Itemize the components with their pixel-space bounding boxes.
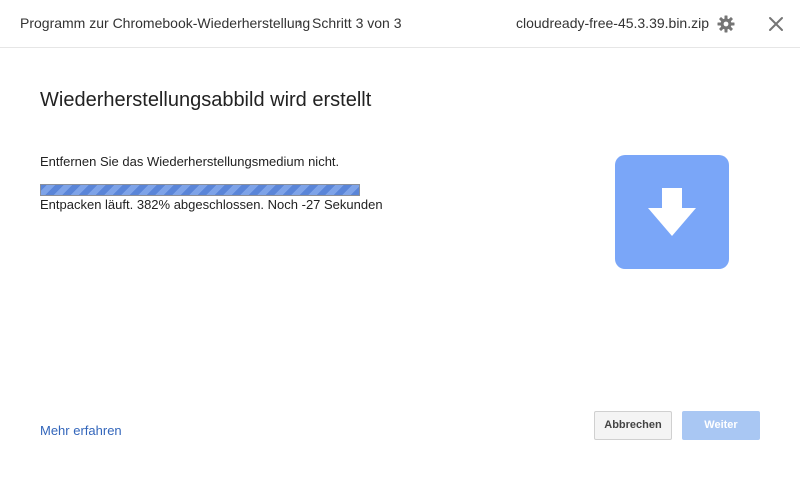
download-arrow-icon bbox=[648, 188, 696, 236]
learn-more-link[interactable]: Mehr erfahren bbox=[40, 423, 122, 438]
cancel-button[interactable]: Abbrechen bbox=[594, 411, 672, 440]
instruction-text: Entfernen Sie das Wiederherstellungsmedi… bbox=[40, 154, 340, 169]
progress-bar-fill bbox=[41, 185, 359, 195]
step-indicator: Schritt 3 von 3 bbox=[312, 15, 402, 31]
breadcrumb-separator: › bbox=[297, 15, 302, 30]
app-title: Programm zur Chromebook-Wiederherstellun… bbox=[20, 15, 311, 31]
recovery-dialog: Programm zur Chromebook-Wiederherstellun… bbox=[0, 0, 800, 480]
progress-bar bbox=[40, 184, 360, 196]
progress-status-text: Entpacken läuft. 382% abgeschlossen. Noc… bbox=[40, 197, 383, 212]
selected-file-name: cloudready-free-45.3.39.bin.zip bbox=[516, 15, 710, 31]
download-illustration bbox=[615, 155, 729, 269]
title-bar: Programm zur Chromebook-Wiederherstellun… bbox=[0, 0, 800, 48]
page-title: Wiederherstellungsabbild wird erstellt bbox=[40, 89, 372, 111]
next-button[interactable]: Weiter bbox=[682, 411, 760, 440]
close-icon[interactable] bbox=[766, 14, 786, 34]
gear-icon[interactable] bbox=[716, 14, 736, 34]
